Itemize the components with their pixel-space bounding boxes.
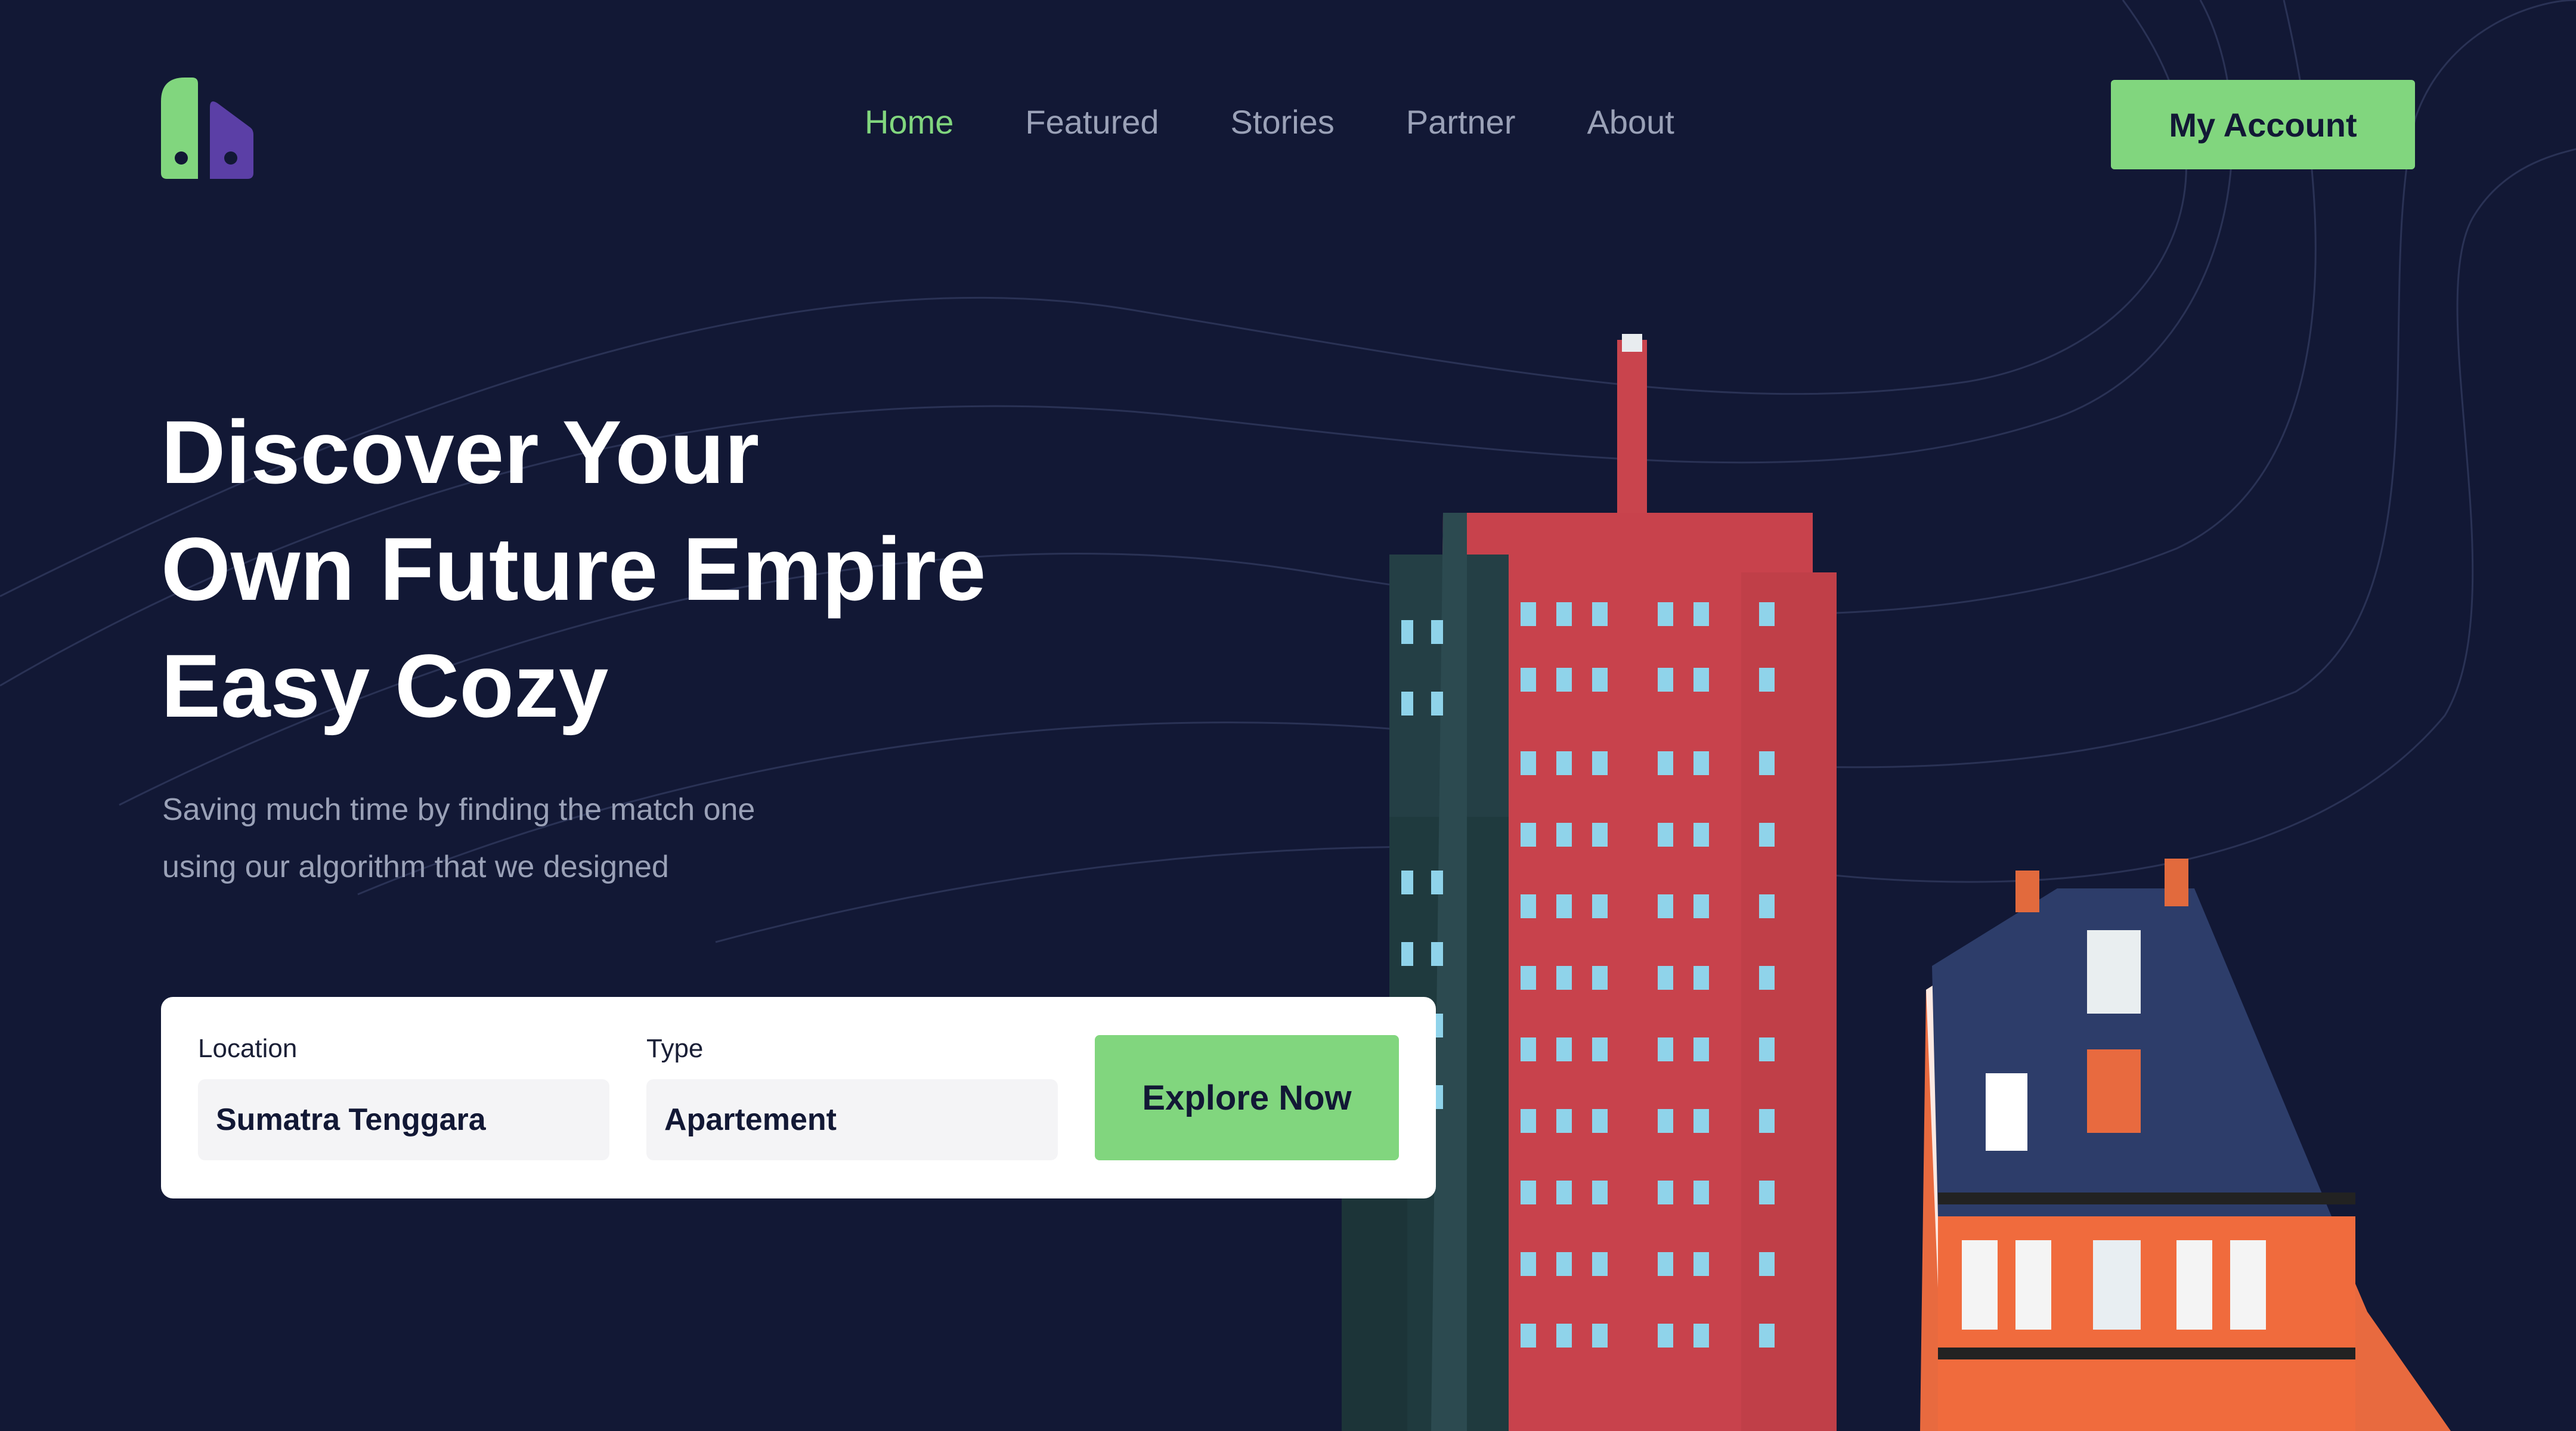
hero-subtitle-line: Saving much time by finding the match on…	[162, 792, 756, 827]
hero-title-line: Own Future Empire	[161, 519, 986, 619]
explore-now-button[interactable]: Explore Now	[1095, 1035, 1399, 1160]
building-logo-icon[interactable]	[161, 78, 253, 179]
parisian-building	[1920, 859, 2451, 1431]
nav-item-about[interactable]: About	[1587, 101, 1674, 143]
hero-title-line: Easy Cozy	[161, 636, 609, 736]
my-account-button[interactable]: My Account	[2111, 80, 2415, 169]
nav-item-partner[interactable]: Partner	[1406, 101, 1516, 143]
hero-subtitle-line: using our algorithm that we designed	[162, 850, 669, 884]
hero-title: Discover Your Own Future Empire Easy Coz…	[161, 394, 1294, 744]
main-nav: Home Featured Stories Partner About	[865, 101, 1746, 143]
buildings-photo	[1342, 334, 2451, 1431]
hero-subtitle: Saving much time by finding the match on…	[162, 781, 1057, 896]
type-label: Type	[646, 1034, 704, 1063]
nav-item-home[interactable]: Home	[865, 101, 953, 143]
location-select[interactable]: Sumatra Tenggara	[198, 1079, 609, 1160]
type-select[interactable]: Apartement	[646, 1079, 1058, 1160]
location-label: Location	[198, 1034, 298, 1063]
landing-page: Home Featured Stories Partner About My A…	[0, 0, 2576, 1431]
nav-item-featured[interactable]: Featured	[1025, 101, 1159, 143]
nav-item-stories[interactable]: Stories	[1231, 101, 1335, 143]
hero-title-line: Discover Your	[161, 402, 760, 502]
search-card: Location Sumatra Tenggara Type Apartemen…	[161, 997, 1436, 1198]
